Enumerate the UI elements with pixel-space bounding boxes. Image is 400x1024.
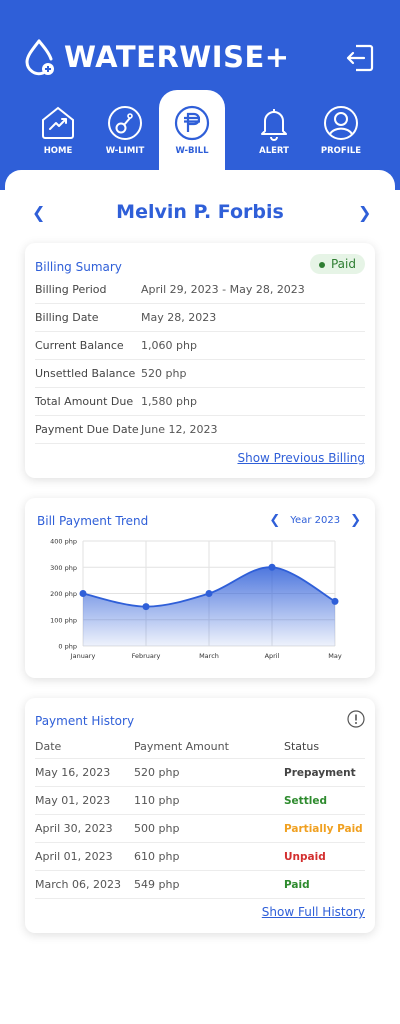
history-status: Prepayment <box>284 766 356 779</box>
billing-row: Unsettled Balance 520 php <box>35 360 365 388</box>
billing-row: Current Balance 1,060 php <box>35 332 365 360</box>
nav-home-label: HOME <box>43 146 73 156</box>
y-tick-label: 100 php <box>50 616 77 624</box>
nav-alert[interactable]: ALERT <box>241 90 307 160</box>
y-tick-label: 300 php <box>50 564 77 572</box>
x-tick-label: February <box>132 652 161 660</box>
customer-selector: ❮ Melvin P. Forbis ❯ <box>5 170 395 254</box>
x-tick-label: April <box>265 652 280 660</box>
nav-w-limit-label: W-LIMIT <box>105 146 145 156</box>
billing-row-label: Billing Period <box>35 283 107 296</box>
x-tick-label: May <box>328 652 342 660</box>
app-logo: WATERWISE+ <box>24 38 290 76</box>
history-date: May 16, 2023 <box>35 766 111 779</box>
x-tick-label: March <box>199 652 219 660</box>
app-header: WATERWISE+ HOME W-LIMIT W-BILL ALERT PRO… <box>0 0 400 190</box>
status-badge: Paid <box>309 254 365 274</box>
billing-row: Billing Period April 29, 2023 - May 28, 2… <box>35 276 365 304</box>
history-date: March 06, 2023 <box>35 878 122 891</box>
history-status: Partially Paid <box>284 822 363 835</box>
show-previous-billing-link[interactable]: Show Previous Billing <box>237 451 365 465</box>
nav-w-bill[interactable]: W-BILL <box>159 90 225 180</box>
main-content: ❮ Melvin P. Forbis ❯ Billing Sumary Paid… <box>5 170 395 1024</box>
y-tick-label: 400 php <box>50 538 77 546</box>
nav-profile[interactable]: PROFILE <box>308 90 374 160</box>
table-row: May 16, 2023 520 php Prepayment <box>35 759 365 787</box>
main-nav: HOME W-LIMIT W-BILL ALERT PROFILE <box>0 90 400 180</box>
peso-icon <box>174 105 210 141</box>
history-amount: 549 php <box>134 878 180 891</box>
billing-row: Payment Due Date June 12, 2023 <box>35 416 365 444</box>
billing-row-label: Billing Date <box>35 311 99 324</box>
data-point <box>142 603 150 611</box>
column-header-date: Date <box>35 740 62 753</box>
history-amount: 610 php <box>134 850 180 863</box>
info-icon[interactable] <box>347 710 365 728</box>
table-row: April 01, 2023 610 php Unpaid <box>35 843 365 871</box>
status-dot <box>318 261 325 268</box>
y-tick-label: 200 php <box>50 590 77 598</box>
customer-name: Melvin P. Forbis <box>116 201 284 223</box>
y-tick-label: 0 php <box>58 643 77 651</box>
billing-row: Billing Date May 28, 2023 <box>35 304 365 332</box>
x-tick-label: January <box>70 652 96 660</box>
column-header-status: Status <box>284 740 320 753</box>
billing-summary-title: Billing Sumary <box>35 260 122 274</box>
bill-payment-trend-card: Bill Payment Trend ❮ Year 2023 ❯ 0 php 10… <box>25 498 375 678</box>
show-full-history-link[interactable]: Show Full History <box>262 905 365 919</box>
nav-profile-label: PROFILE <box>320 146 362 156</box>
bell-icon <box>261 109 287 141</box>
logout-icon[interactable] <box>344 42 376 74</box>
billing-row: Total Amount Due 1,580 php <box>35 388 365 416</box>
nav-home[interactable]: HOME <box>25 90 91 160</box>
user-icon <box>324 106 358 140</box>
table-row: May 01, 2023 110 php Settled <box>35 787 365 815</box>
bill-trend-chart: 0 php 100 php 200 php 300 php 400 php January… <box>50 538 342 661</box>
billing-summary-card: Billing Sumary Paid Billing Period April … <box>25 243 375 478</box>
app-title: WATERWISE+ <box>64 40 290 74</box>
payment-history-title: Payment History <box>35 714 135 728</box>
history-amount: 110 php <box>134 794 180 807</box>
status-badge-text: Paid <box>330 257 356 271</box>
billing-row-value: May 28, 2023 <box>141 311 217 324</box>
home-chart-icon <box>42 106 74 139</box>
billing-row-value: 1,060 php <box>141 339 197 352</box>
column-header-amount: Payment Amount <box>134 740 229 753</box>
billing-row-value: June 12, 2023 <box>141 423 218 436</box>
data-point <box>268 563 276 571</box>
billing-row-value: 520 php <box>141 367 187 380</box>
billing-row-value: April 29, 2023 - May 28, 2023 <box>141 283 305 296</box>
payment-history-card: Payment History Date Payment Amount Stat… <box>25 698 375 933</box>
history-date: April 01, 2023 <box>35 850 113 863</box>
water-drop-plus-icon <box>25 39 54 76</box>
next-customer-button[interactable]: ❯ <box>358 203 371 222</box>
nav-w-bill-label: W-BILL <box>175 146 209 156</box>
history-status: Unpaid <box>284 850 326 863</box>
gauge-icon <box>108 106 142 140</box>
table-row: April 30, 2023 500 php Partially Paid <box>35 815 365 843</box>
history-amount: 520 php <box>134 766 180 779</box>
history-date: May 01, 2023 <box>35 794 111 807</box>
data-point <box>205 590 213 597</box>
billing-row-label: Payment Due Date <box>35 423 139 436</box>
billing-row-label: Total Amount Due <box>35 395 134 408</box>
nav-w-limit[interactable]: W-LIMIT <box>92 90 158 160</box>
nav-alert-label: ALERT <box>259 146 289 156</box>
billing-row-label: Unsettled Balance <box>35 367 136 380</box>
data-point <box>79 590 87 597</box>
history-table-header: Date Payment Amount Status <box>35 735 365 759</box>
billing-row-value: 1,580 php <box>141 395 197 408</box>
billing-row-label: Current Balance <box>35 339 124 352</box>
history-amount: 500 php <box>134 822 180 835</box>
history-status: Paid <box>284 878 310 891</box>
history-status: Settled <box>284 794 327 807</box>
history-date: April 30, 2023 <box>35 822 113 835</box>
data-point <box>331 597 339 605</box>
table-row: March 06, 2023 549 php Paid <box>35 871 365 899</box>
